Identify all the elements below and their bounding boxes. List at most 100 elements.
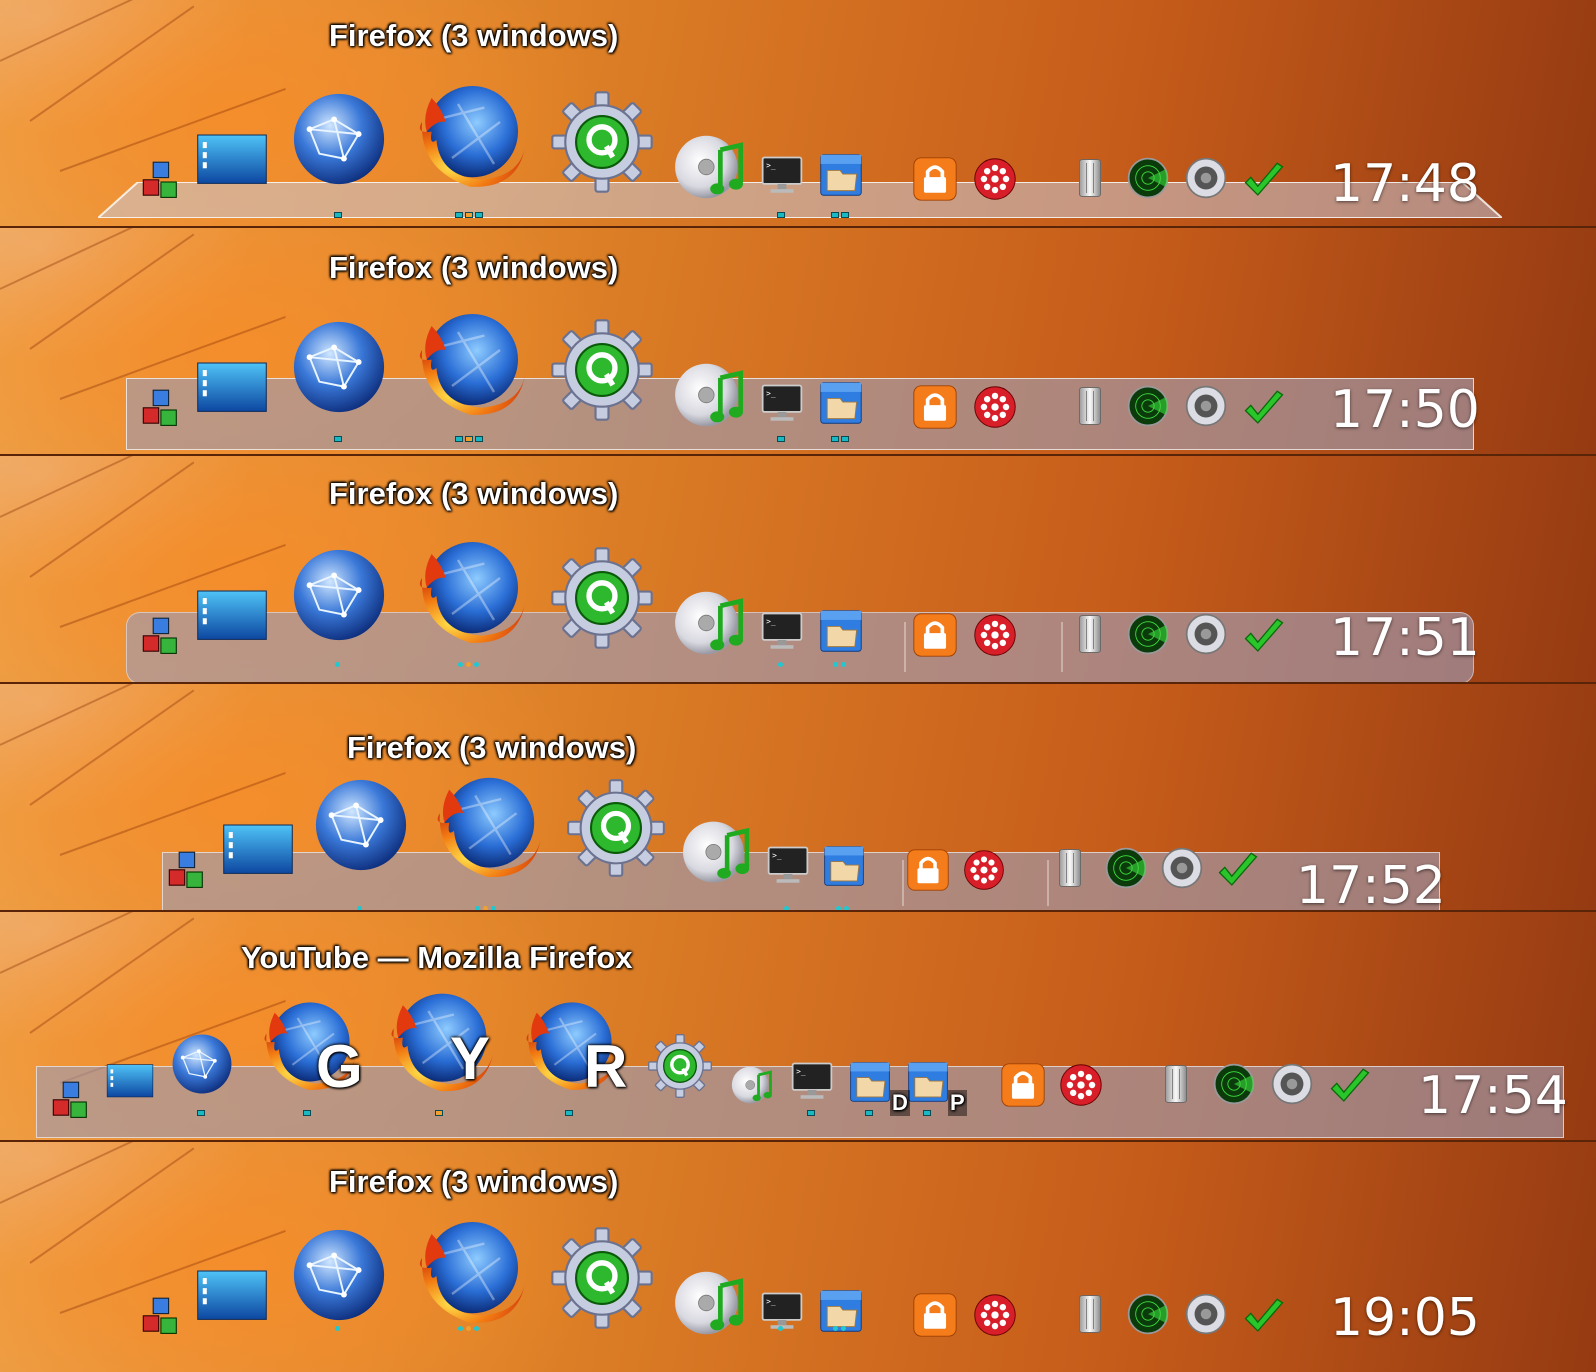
trash-icon[interactable] — [1068, 384, 1112, 433]
music-disc-icon[interactable] — [672, 356, 750, 439]
wallpaper-leaf-vein — [29, 689, 195, 806]
running-indicator — [865, 1110, 873, 1116]
lock-icon[interactable] — [912, 384, 958, 435]
kde-connect-icon[interactable] — [972, 156, 1018, 207]
terminal-icon[interactable]: >_ — [760, 610, 804, 659]
speaker-icon[interactable] — [1184, 1292, 1228, 1341]
desktop-icon[interactable] — [196, 1270, 268, 1325]
network-globe-icon[interactable] — [290, 1226, 388, 1329]
network-globe-icon[interactable] — [290, 546, 388, 649]
dock-clock[interactable]: 17:54 — [1418, 1066, 1568, 1126]
music-disc-icon[interactable] — [672, 1264, 750, 1347]
speaker-icon[interactable] — [1270, 1062, 1314, 1111]
file-manager-icon[interactable] — [906, 1060, 950, 1109]
network-globe-icon[interactable] — [170, 1032, 234, 1101]
running-indicator-dot — [784, 906, 789, 910]
dock-tooltip: Firefox (3 windows) — [329, 18, 619, 53]
cubes-icon[interactable] — [166, 850, 210, 899]
qt-gear-icon[interactable] — [548, 316, 656, 429]
kde-connect-icon[interactable] — [972, 1292, 1018, 1343]
terminal-icon[interactable]: >_ — [760, 1290, 804, 1339]
terminal-icon[interactable]: >_ — [760, 154, 804, 203]
wallpaper-leaf-vein — [29, 1147, 195, 1264]
file-manager-icon[interactable] — [818, 1288, 864, 1339]
speaker-icon[interactable] — [1160, 846, 1204, 895]
cubes-icon[interactable] — [140, 388, 184, 437]
firefox-icon[interactable] — [410, 74, 530, 199]
desktop-icon[interactable] — [196, 590, 268, 645]
firefox-icon[interactable] — [410, 302, 530, 427]
file-manager-icon[interactable] — [822, 844, 866, 893]
qt-gear-icon[interactable] — [548, 1224, 656, 1337]
checkmark-icon[interactable] — [1328, 1064, 1372, 1113]
kde-connect-icon[interactable] — [972, 384, 1018, 435]
radar-icon[interactable] — [1126, 612, 1170, 661]
trash-icon[interactable] — [1068, 612, 1112, 661]
checkmark-icon[interactable] — [1216, 848, 1260, 897]
qt-gear-icon[interactable] — [646, 1032, 714, 1105]
music-disc-icon[interactable] — [672, 128, 750, 211]
network-globe-icon[interactable] — [312, 776, 410, 879]
file-manager-icon[interactable] — [818, 380, 864, 431]
running-indicator-dot — [844, 906, 849, 910]
cubes-icon[interactable] — [140, 616, 184, 665]
terminal-icon[interactable]: >_ — [760, 382, 804, 431]
trash-icon[interactable] — [1048, 846, 1092, 895]
lock-icon[interactable] — [906, 848, 950, 897]
radar-icon[interactable] — [1126, 156, 1170, 205]
checkmark-icon[interactable] — [1242, 614, 1286, 663]
checkmark-icon[interactable] — [1242, 1294, 1286, 1343]
file-manager-icon[interactable] — [818, 608, 864, 659]
qt-gear-icon[interactable] — [564, 776, 668, 885]
lock-icon[interactable] — [912, 612, 958, 663]
radar-icon[interactable] — [1126, 1292, 1170, 1341]
running-indicator — [831, 212, 839, 218]
cubes-icon[interactable] — [140, 1296, 184, 1345]
radar-icon[interactable] — [1212, 1062, 1256, 1111]
qt-gear-icon[interactable] — [548, 88, 656, 201]
dock-clock[interactable]: 17:50 — [1330, 380, 1480, 440]
trash-icon[interactable] — [1154, 1062, 1198, 1111]
running-indicator — [465, 436, 473, 442]
cubes-icon[interactable] — [50, 1080, 94, 1129]
kde-connect-icon[interactable] — [962, 848, 1006, 897]
network-globe-icon[interactable] — [290, 318, 388, 421]
running-indicator — [565, 1110, 573, 1116]
lock-icon[interactable] — [912, 1292, 958, 1343]
lock-icon[interactable] — [912, 156, 958, 207]
desktop-icon[interactable] — [196, 362, 268, 417]
desktop-icon[interactable] — [196, 134, 268, 189]
dock-clock[interactable]: 17:48 — [1330, 154, 1480, 214]
file-manager-icon[interactable] — [848, 1060, 892, 1109]
firefox-icon[interactable] — [428, 766, 546, 889]
trash-icon[interactable] — [1068, 1292, 1112, 1341]
firefox-icon[interactable] — [410, 1210, 530, 1335]
radar-icon[interactable] — [1126, 384, 1170, 433]
music-disc-icon[interactable] — [680, 814, 756, 895]
checkmark-icon[interactable] — [1242, 386, 1286, 435]
desktop-icon[interactable] — [106, 1064, 154, 1103]
music-disc-icon[interactable] — [672, 584, 750, 667]
dock-clock[interactable]: 19:05 — [1330, 1288, 1480, 1348]
svg-text:>_: >_ — [766, 389, 776, 398]
speaker-icon[interactable] — [1184, 384, 1228, 433]
file-manager-icon[interactable] — [818, 152, 864, 203]
checkmark-icon[interactable] — [1242, 158, 1286, 207]
kde-connect-icon[interactable] — [1058, 1062, 1104, 1113]
trash-icon[interactable] — [1068, 156, 1112, 205]
speaker-icon[interactable] — [1184, 156, 1228, 205]
lock-icon[interactable] — [1000, 1062, 1046, 1113]
kde-connect-icon[interactable] — [972, 612, 1018, 663]
desktop-icon[interactable] — [222, 824, 294, 879]
dock-clock[interactable]: 17:52 — [1296, 856, 1446, 910]
network-globe-icon[interactable] — [290, 90, 388, 193]
music-disc-icon[interactable] — [730, 1062, 776, 1113]
dock-clock[interactable]: 17:51 — [1330, 608, 1480, 668]
cubes-icon[interactable] — [140, 160, 184, 209]
speaker-icon[interactable] — [1184, 612, 1228, 661]
firefox-icon[interactable] — [410, 530, 530, 655]
radar-icon[interactable] — [1104, 846, 1148, 895]
qt-gear-icon[interactable] — [548, 544, 656, 657]
terminal-icon[interactable]: >_ — [766, 844, 810, 893]
terminal-icon[interactable]: >_ — [790, 1060, 834, 1109]
